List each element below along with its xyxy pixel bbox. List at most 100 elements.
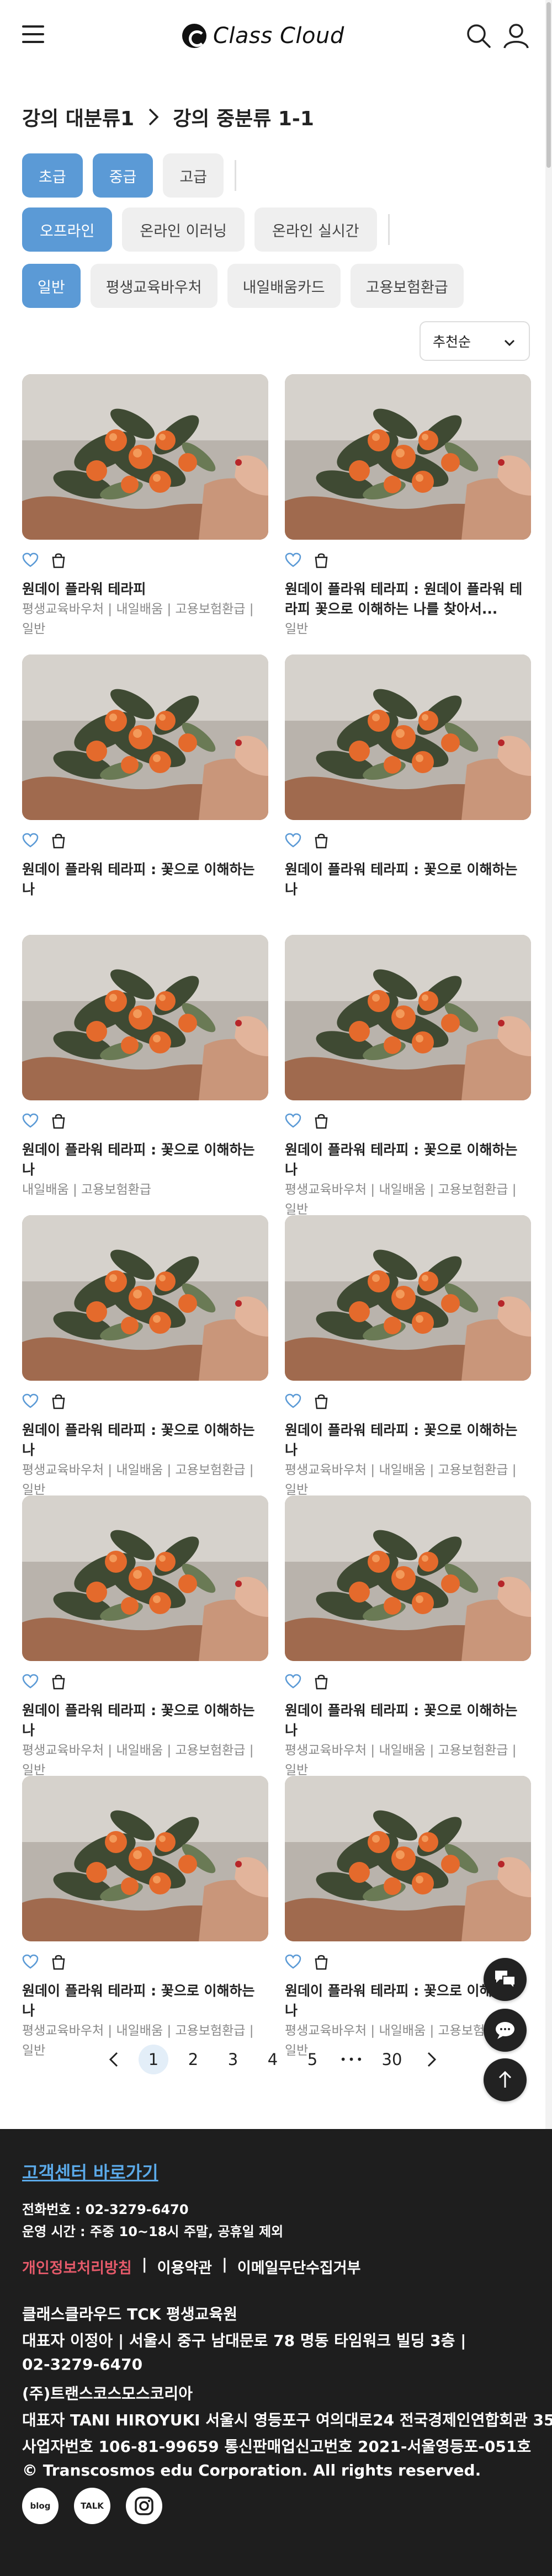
page-button-current[interactable]: 1	[139, 2045, 168, 2074]
shopping-bag-icon[interactable]	[314, 832, 329, 849]
search-icon[interactable]	[465, 22, 492, 50]
course-thumbnail[interactable]	[285, 1776, 531, 1941]
heart-icon[interactable]	[22, 552, 39, 568]
shopping-bag-icon[interactable]	[314, 552, 329, 568]
course-card[interactable]: 원데이 플라워 테라피 : 꽃으로 이해하는 나 평생교육바우처 | 내일배움 |…	[22, 1776, 268, 2061]
course-card[interactable]: 원데이 플라워 테라피 : 원데이 플라워 테라피 꽃으로 이해하는 나를 찾아…	[285, 374, 531, 639]
card-actions	[285, 1672, 531, 1691]
course-thumbnail[interactable]	[285, 654, 531, 820]
shopping-bag-icon[interactable]	[314, 1393, 329, 1409]
heart-icon[interactable]	[22, 1954, 39, 1970]
course-title[interactable]: 원데이 플라워 테라피 : 꽃으로 이해하는 나	[22, 1140, 268, 1180]
heart-icon[interactable]	[22, 1113, 39, 1129]
filter-chip-elearning[interactable]: 온라인 이러닝	[122, 207, 245, 252]
course-card[interactable]: 원데이 플라워 테라피 평생교육바우처 | 내일배움 | 고용보험환급 | 일반	[22, 374, 268, 639]
privacy-policy-link[interactable]: 개인정보처리방침	[22, 2256, 132, 2277]
course-title[interactable]: 원데이 플라워 테라피 : 꽃으로 이해하는 나	[22, 860, 268, 900]
course-thumbnail[interactable]	[22, 935, 268, 1100]
filter-chip-offline[interactable]: 오프라인	[22, 207, 113, 252]
footer-company-line: 사업자번호 106-81-99659 통신판매업신고번호 2021-서울영등포-…	[22, 2437, 532, 2456]
course-thumbnail[interactable]	[285, 1495, 531, 1661]
shopping-bag-icon[interactable]	[51, 1393, 66, 1409]
course-title[interactable]: 원데이 플라워 테라피 : 꽃으로 이해하는 나	[285, 1140, 531, 1180]
page-ellipsis: •••	[339, 2053, 365, 2066]
course-thumbnail-image	[22, 374, 268, 540]
filter-chip-live[interactable]: 온라인 실시간	[254, 207, 377, 252]
filter-chip-insurance[interactable]: 고용보험환급	[350, 264, 464, 308]
course-card[interactable]: 원데이 플라워 테라피 : 꽃으로 이해하는 나 평생교육바우처 | 내일배움 |…	[22, 1215, 268, 1500]
course-title[interactable]: 원데이 플라워 테라피 : 꽃으로 이해하는 나	[285, 860, 531, 900]
shopping-bag-icon[interactable]	[51, 1954, 66, 1970]
course-thumbnail[interactable]	[285, 935, 531, 1100]
next-page-button[interactable]	[412, 2042, 452, 2077]
shopping-bag-icon[interactable]	[51, 832, 66, 849]
shopping-bag-icon[interactable]	[314, 1113, 329, 1129]
course-thumbnail-image	[285, 1215, 531, 1381]
customer-center-link[interactable]: 고객센터 바로가기	[22, 2159, 158, 2184]
shopping-bag-icon[interactable]	[51, 1113, 66, 1129]
heart-icon[interactable]	[285, 552, 301, 568]
heart-icon[interactable]	[285, 1113, 301, 1129]
shopping-bag-icon[interactable]	[314, 1673, 329, 1690]
prev-page-button[interactable]	[94, 2042, 134, 2077]
email-policy-link[interactable]: 이메일무단수집거부	[237, 2256, 361, 2277]
hamburger-icon[interactable]	[22, 25, 44, 43]
kakaotalk-icon[interactable]: TALK	[74, 2488, 110, 2524]
course-title[interactable]: 원데이 플라워 테라피 : 꽃으로 이해하는 나	[22, 1981, 268, 2021]
chat-button[interactable]	[484, 1958, 527, 2001]
heart-icon[interactable]	[285, 1393, 301, 1409]
page-button-last[interactable]: 30	[372, 2042, 412, 2077]
filter-chip-voucher[interactable]: 평생교육바우처	[90, 264, 217, 308]
heart-icon[interactable]	[22, 1393, 39, 1409]
scroll-top-button[interactable]	[484, 2058, 527, 2101]
course-card[interactable]: 원데이 플라워 테라피 : 꽃으로 이해하는 나 내일배움 | 고용보험환급	[22, 935, 268, 1200]
course-title[interactable]: 원데이 플라워 테라피 : 꽃으로 이해하는 나	[285, 1701, 531, 1741]
logo[interactable]: Class Cloud	[182, 21, 344, 51]
filter-chip-general[interactable]: 일반	[22, 264, 81, 308]
course-card[interactable]: 원데이 플라워 테라피 : 꽃으로 이해하는 나 평생교육바우처 | 내일배움 |…	[285, 1215, 531, 1500]
course-title[interactable]: 원데이 플라워 테라피 : 꽃으로 이해하는 나	[285, 1420, 531, 1460]
page-button[interactable]: 5	[293, 2042, 332, 2077]
blog-icon[interactable]: blog	[22, 2488, 59, 2524]
course-title[interactable]: 원데이 플라워 테라피 : 꽃으로 이해하는 나	[22, 1701, 268, 1741]
course-title[interactable]: 원데이 플라워 테라피	[22, 579, 268, 599]
course-card[interactable]: 원데이 플라워 테라피 : 꽃으로 이해하는 나 평생교육바우처 | 내일배움 |…	[22, 1495, 268, 1780]
heart-icon[interactable]	[22, 833, 39, 848]
heart-icon[interactable]	[285, 1674, 301, 1689]
course-thumbnail[interactable]	[22, 374, 268, 540]
filter-chip-advanced[interactable]: 고급	[163, 153, 224, 198]
message-button[interactable]	[484, 2009, 527, 2052]
heart-icon[interactable]	[285, 1954, 301, 1970]
shopping-bag-icon[interactable]	[51, 552, 66, 568]
course-card[interactable]: 원데이 플라워 테라피 : 꽃으로 이해하는 나	[22, 654, 268, 900]
course-thumbnail[interactable]	[22, 654, 268, 820]
course-card[interactable]: 원데이 플라워 테라피 : 꽃으로 이해하는 나 평생교육바우처 | 내일배움 |…	[285, 935, 531, 1220]
course-thumbnail[interactable]	[22, 1776, 268, 1941]
filter-chip-beginner[interactable]: 초급	[22, 153, 83, 198]
heart-icon[interactable]	[285, 833, 301, 848]
heart-icon[interactable]	[22, 1674, 39, 1689]
shopping-bag-icon[interactable]	[51, 1673, 66, 1690]
breadcrumb-level1[interactable]: 강의 대분류1	[22, 103, 134, 131]
breadcrumb-level2[interactable]: 강의 중분류 1-1	[173, 103, 314, 131]
filter-chip-intermediate[interactable]: 중급	[92, 153, 153, 198]
page-button[interactable]: 2	[173, 2042, 213, 2077]
course-thumbnail[interactable]	[285, 1215, 531, 1381]
terms-link[interactable]: 이용약관	[157, 2256, 212, 2277]
page-button[interactable]: 3	[213, 2042, 253, 2077]
course-card[interactable]: 원데이 플라워 테라피 : 꽃으로 이해하는 나	[285, 654, 531, 900]
course-title[interactable]: 원데이 플라워 테라피 : 원데이 플라워 테라피 꽃으로 이해하는 나를 찾아…	[285, 579, 531, 619]
course-title[interactable]: 원데이 플라워 테라피 : 꽃으로 이해하는 나	[22, 1420, 268, 1460]
page-button[interactable]: 4	[253, 2042, 293, 2077]
user-icon[interactable]	[502, 22, 530, 50]
filter-chip-card[interactable]: 내일배움카드	[227, 264, 341, 308]
course-thumbnail[interactable]	[285, 374, 531, 540]
instagram-icon[interactable]	[126, 2488, 162, 2524]
course-thumbnail[interactable]	[22, 1215, 268, 1381]
course-card[interactable]: 원데이 플라워 테라피 : 꽃으로 이해하는 나 평생교육바우처 | 내일배움 |…	[285, 1495, 531, 1780]
course-thumbnail[interactable]	[22, 1495, 268, 1661]
sort-select[interactable]: 추천순	[420, 321, 530, 361]
page-scrollbar-thumb[interactable]	[546, 2, 551, 168]
card-actions	[22, 1952, 268, 1971]
shopping-bag-icon[interactable]	[314, 1954, 329, 1970]
